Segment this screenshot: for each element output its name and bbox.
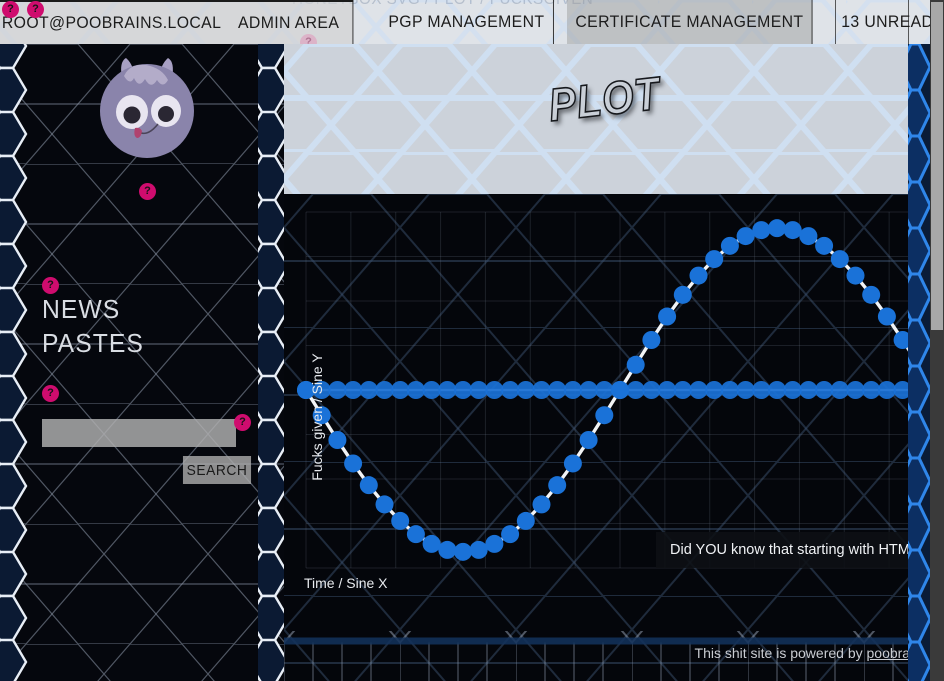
page-footer: This shit site is powered by poobrains (284, 631, 944, 681)
vertical-scrollbar-thumb[interactable] (931, 2, 943, 330)
app-window: HONEYBOX SVG / PLOT / FUCKSGIVEN ROOT@PO… (0, 0, 944, 681)
help-badge-search-button[interactable]: ? (234, 414, 251, 431)
sidebar-right-hex-chain (258, 44, 284, 681)
avatar[interactable] (92, 54, 202, 164)
nav-items-row: ROOT@POOBRAINS.LOCAL ADMIN AREA PGP MANA… (0, 0, 944, 44)
footer-text: This shit site is powered by poobrains (284, 645, 928, 661)
vertical-scrollbar-track[interactable] (930, 0, 944, 681)
left-sidebar: ? NEWS PASTES ? SEARCH ? ? ? (0, 44, 284, 681)
help-badge-nav-1[interactable]: ? (2, 1, 19, 18)
search-form: SEARCH (42, 419, 252, 484)
chart-x-axis-label: Time / Sine X (304, 575, 388, 591)
top-navigation-bar: HONEYBOX SVG / PLOT / FUCKSGIVEN ROOT@PO… (0, 0, 944, 44)
sidebar-menu: NEWS PASTES (42, 292, 149, 360)
sidebar-item-pastes-label: PASTES (42, 328, 144, 358)
help-badge-menu[interactable]: ? (42, 277, 59, 294)
right-decorative-rail (908, 44, 930, 681)
help-badge-search-input[interactable]: ? (42, 385, 59, 402)
help-badge-pgp[interactable]: ? (300, 34, 317, 44)
nav-item-certificate-management[interactable]: CERTIFICATE MANAGEMENT (566, 0, 813, 44)
nav-item-pgp-management[interactable]: PGP MANAGEMENT (380, 0, 554, 44)
sidebar-item-news-label: NEWS (42, 294, 121, 324)
search-button[interactable]: SEARCH (182, 456, 252, 484)
plot-header-band: PLOT (284, 44, 944, 194)
tooltip-text: Did YOU know that starting with HTML5 yo… (670, 542, 944, 558)
plot-body: Fucks given / Sine Y Time / Sine X Did Y… (284, 194, 944, 681)
chart-y-axis-label: Fucks given / Sine Y (309, 353, 325, 481)
poobrains-mascot-icon (100, 58, 194, 158)
sidebar-item-pastes[interactable]: PASTES (42, 326, 144, 360)
search-input[interactable] (42, 419, 236, 447)
nav-admin-area-label: ADMIN AREA (238, 13, 340, 32)
nav-item-unread-notifications[interactable]: 13 UNREAD NOTIFICATIONS (831, 0, 944, 44)
right-rail-hex-chain (908, 44, 930, 681)
tooltip: Did YOU know that starting with HTML5 yo… (656, 532, 944, 568)
sidebar-left-hex-chain (0, 44, 30, 681)
help-badge-avatar[interactable]: ? (139, 183, 156, 200)
nav-item-pgp-management-label: PGP MANAGEMENT (388, 12, 545, 31)
footer-prefix: This shit site is powered by (694, 645, 867, 661)
nav-item-certificate-management-label: CERTIFICATE MANAGEMENT (574, 12, 803, 31)
sidebar-item-news[interactable]: NEWS (42, 292, 144, 326)
nav-item-unread-notifications-label: 13 UNREAD NOTIFICATIONS (841, 12, 944, 31)
help-badge-nav-2[interactable]: ? (27, 1, 44, 18)
main-content: PLOT Fucks given / Sine Y Time / Sine X … (284, 44, 944, 681)
